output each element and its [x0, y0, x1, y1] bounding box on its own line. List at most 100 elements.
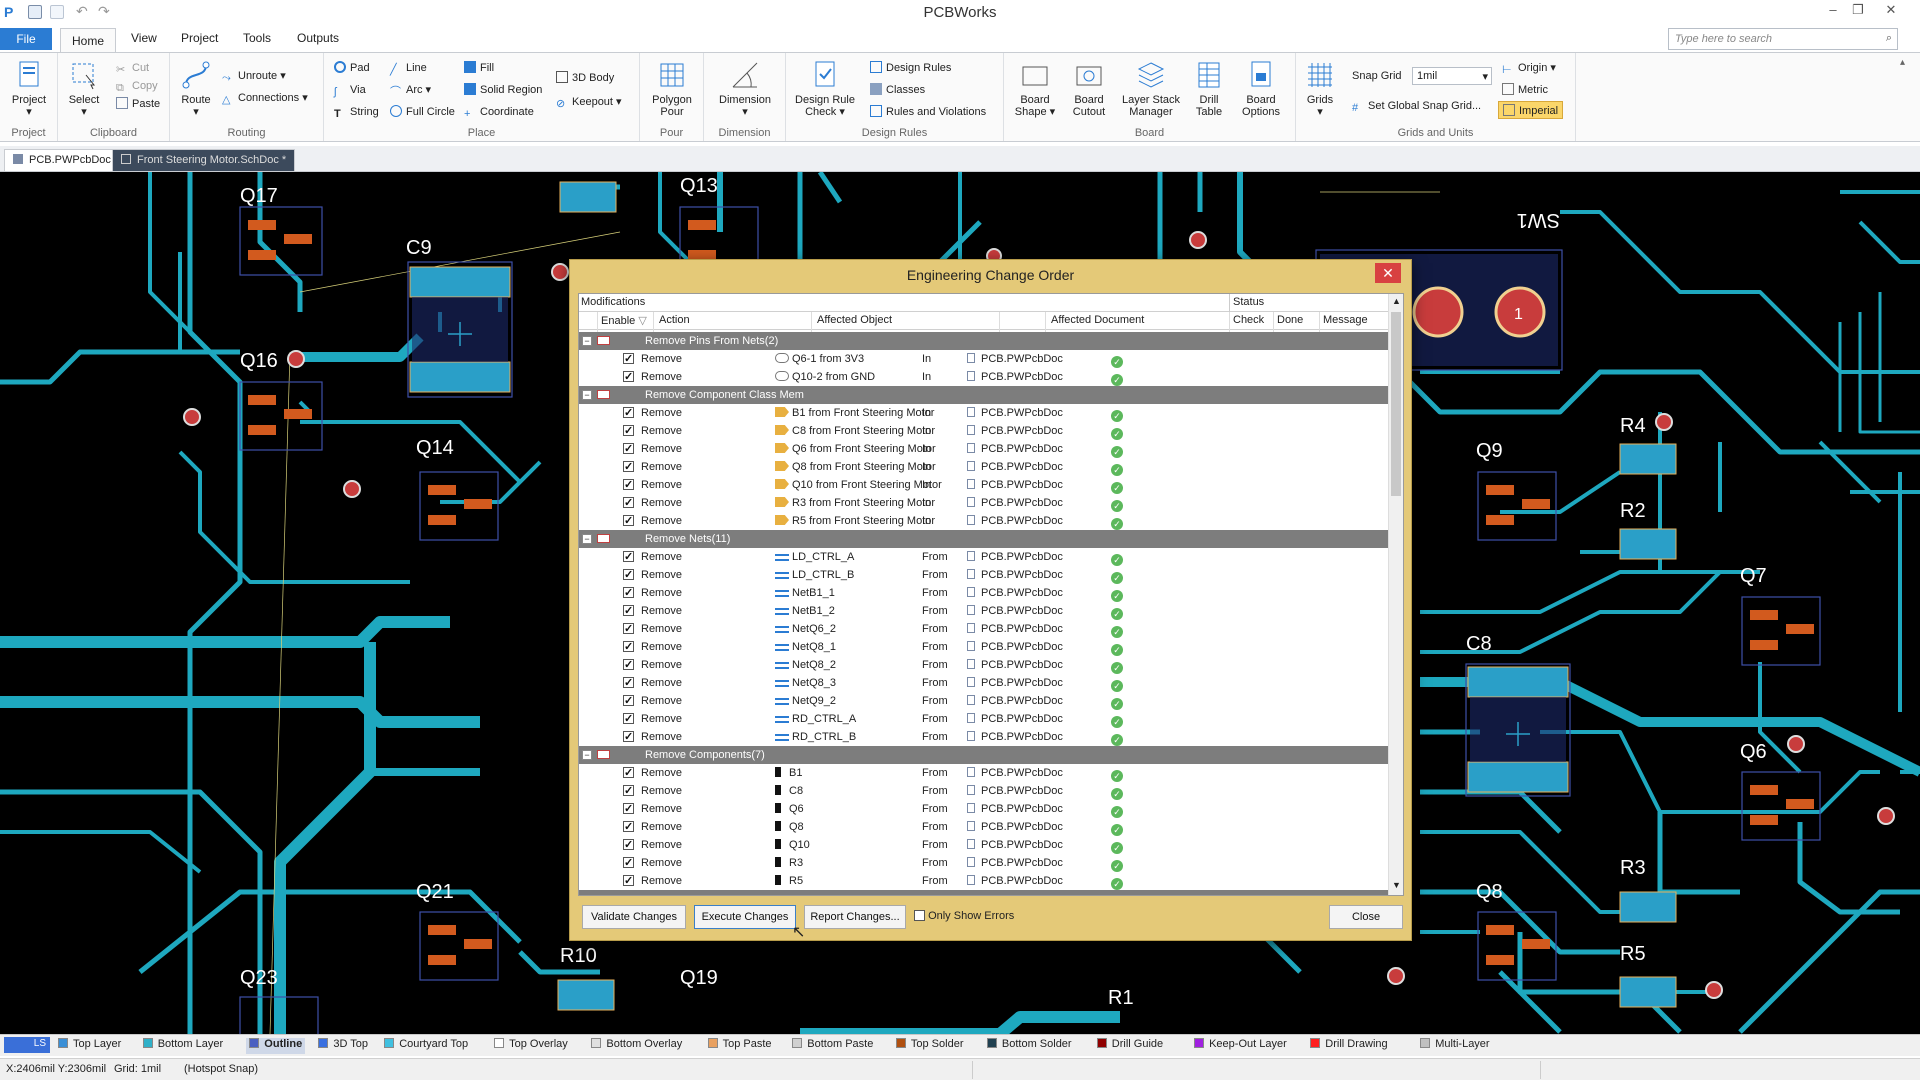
paste-button[interactable]: Paste: [116, 95, 160, 113]
enable-checkbox[interactable]: [623, 872, 634, 890]
layer-tab[interactable]: 3D Top: [318, 1038, 368, 1054]
close-window-button[interactable]: ✕: [1880, 2, 1902, 18]
validate-changes-button[interactable]: Validate Changes: [582, 905, 686, 929]
col-check[interactable]: Check: [1233, 314, 1264, 326]
layer-tab[interactable]: Drill Drawing: [1310, 1038, 1388, 1054]
route-button[interactable]: Route ▾: [176, 59, 216, 118]
tab-pcb[interactable]: PCB.PWPcbDoc: [4, 149, 120, 171]
grids-button[interactable]: Grids ▾: [1300, 59, 1340, 118]
arc-button[interactable]: ⌒ Arc ▾: [390, 81, 431, 99]
design-rules-button[interactable]: Design Rules: [870, 59, 951, 77]
collapse-icon[interactable]: −: [582, 534, 592, 544]
set-global-snap-grid-button[interactable]: # Set Global Snap Grid...: [1352, 97, 1481, 115]
enable-checkbox[interactable]: [623, 800, 634, 818]
connections-button[interactable]: △ Connections ▾: [222, 89, 308, 107]
layer-tab[interactable]: Top Solder: [895, 1038, 963, 1054]
enable-checkbox[interactable]: [623, 674, 634, 692]
rules-violations-button[interactable]: Rules and Violations: [870, 103, 986, 121]
layer-tab[interactable]: Top Overlay: [494, 1038, 568, 1054]
layer-tab[interactable]: Bottom Overlay: [591, 1038, 682, 1054]
col-done[interactable]: Done: [1277, 314, 1303, 326]
coordinate-button[interactable]: + Coordinate: [464, 103, 534, 121]
minimize-button[interactable]: –: [1822, 2, 1844, 17]
line-button[interactable]: ╱ Line: [390, 59, 427, 77]
copy-button[interactable]: ⧉ Copy: [116, 77, 158, 95]
only-show-errors-checkbox[interactable]: Only Show Errors: [914, 910, 1014, 922]
enable-checkbox[interactable]: [623, 476, 634, 494]
enable-checkbox[interactable]: [623, 638, 634, 656]
report-changes-button[interactable]: Report Changes...: [804, 905, 906, 929]
collapse-ribbon-icon[interactable]: ▴: [1900, 57, 1905, 68]
layer-tab[interactable]: Outline: [246, 1038, 306, 1054]
select-button[interactable]: Select ▾: [64, 59, 104, 118]
enable-checkbox[interactable]: [623, 512, 634, 530]
layer-tab[interactable]: Drill Guide: [1096, 1038, 1163, 1054]
imperial-button[interactable]: Imperial: [1498, 101, 1564, 119]
pad-button[interactable]: Pad: [334, 59, 370, 77]
eco-group-header[interactable]: − Remove Components(7): [579, 746, 1389, 764]
enable-checkbox[interactable]: [623, 602, 634, 620]
eco-group-header[interactable]: − Remove Component Class Mem: [579, 386, 1389, 404]
snap-grid-select[interactable]: 1mil ▾: [1412, 67, 1492, 85]
execute-changes-button[interactable]: Execute Changes: [694, 905, 796, 929]
menu-tools[interactable]: Tools: [232, 28, 282, 48]
enable-checkbox[interactable]: [623, 566, 634, 584]
enable-checkbox[interactable]: [623, 854, 634, 872]
menu-outputs[interactable]: Outputs: [286, 28, 350, 48]
menu-file[interactable]: File: [0, 28, 52, 50]
project-button[interactable]: Project ▾: [6, 59, 52, 118]
drill-table-button[interactable]: Drill Table: [1188, 59, 1230, 118]
enable-checkbox[interactable]: [623, 494, 634, 512]
eco-close-icon[interactable]: ✕: [1375, 263, 1401, 283]
dimension-button[interactable]: Dimension ▾: [712, 59, 778, 118]
enable-checkbox[interactable]: [623, 458, 634, 476]
layer-tab[interactable]: Courtyard Top: [384, 1038, 468, 1054]
search-icon[interactable]: ⌕: [1886, 32, 1892, 45]
eco-group-header[interactable]: − Remove Nets(11): [579, 530, 1389, 548]
polygon-pour-button[interactable]: Polygon Pour: [646, 59, 698, 118]
metric-button[interactable]: Metric: [1502, 81, 1548, 99]
menu-home[interactable]: Home: [60, 28, 116, 52]
eco-scrollbar[interactable]: ▲ ▼: [1388, 294, 1403, 895]
solid-region-button[interactable]: Solid Region: [464, 81, 542, 99]
collapse-icon[interactable]: −: [582, 750, 592, 760]
col-message[interactable]: Message: [1323, 314, 1368, 326]
layer-tab[interactable]: Top Layer: [58, 1038, 121, 1054]
unroute-button[interactable]: ⤳ Unroute ▾: [222, 67, 286, 85]
layer-tab[interactable]: Keep-Out Layer: [1194, 1038, 1287, 1054]
fill-button[interactable]: Fill: [464, 59, 494, 77]
menu-project[interactable]: Project: [170, 28, 229, 48]
tab-schematic[interactable]: Front Steering Motor.SchDoc *: [112, 149, 296, 171]
layer-tab[interactable]: Top Paste: [707, 1038, 772, 1054]
collapse-icon[interactable]: −: [582, 336, 592, 346]
enable-checkbox[interactable]: [623, 656, 634, 674]
keepout-button[interactable]: ⊘ Keepout ▾: [556, 93, 622, 111]
layer-stack-manager-button[interactable]: Layer Stack Manager: [1118, 59, 1184, 118]
enable-checkbox[interactable]: [623, 368, 634, 386]
enable-checkbox[interactable]: [623, 818, 634, 836]
board-cutout-button[interactable]: Board Cutout: [1064, 59, 1114, 118]
board-options-button[interactable]: Board Options: [1234, 59, 1288, 118]
origin-button[interactable]: ⊢ Origin ▾: [1502, 59, 1556, 77]
enable-checkbox[interactable]: [623, 350, 634, 368]
enable-checkbox[interactable]: [623, 782, 634, 800]
layer-set-button[interactable]: LS: [4, 1037, 50, 1053]
enable-checkbox[interactable]: [623, 404, 634, 422]
enable-checkbox[interactable]: [623, 692, 634, 710]
string-button[interactable]: T String: [334, 103, 379, 121]
col-enable[interactable]: Enable ▽: [601, 314, 647, 327]
search-input[interactable]: Type here to search ⌕: [1668, 28, 1898, 50]
scroll-thumb[interactable]: [1391, 312, 1401, 496]
collapse-icon[interactable]: −: [582, 390, 592, 400]
menu-view[interactable]: View: [120, 28, 168, 48]
col-affected-object[interactable]: Affected Object: [817, 314, 892, 326]
enable-checkbox[interactable]: [623, 584, 634, 602]
close-button[interactable]: Close: [1329, 905, 1403, 929]
scroll-down-icon[interactable]: ▼: [1392, 880, 1401, 890]
scroll-up-icon[interactable]: ▲: [1392, 296, 1401, 306]
restore-button[interactable]: ❐: [1847, 2, 1869, 18]
enable-checkbox[interactable]: [623, 548, 634, 566]
col-action[interactable]: Action: [659, 314, 690, 326]
enable-checkbox[interactable]: [623, 836, 634, 854]
enable-checkbox[interactable]: [623, 422, 634, 440]
